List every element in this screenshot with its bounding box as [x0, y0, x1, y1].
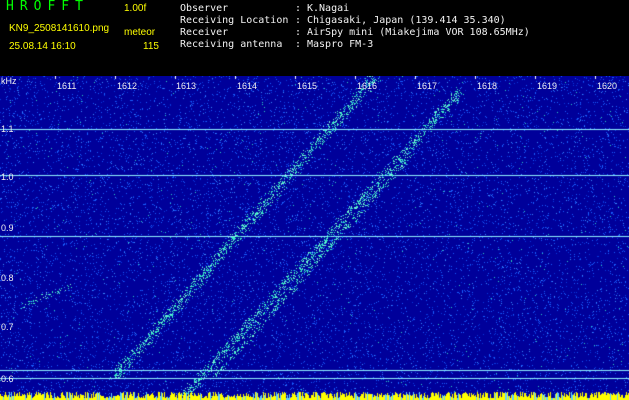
observer-separator: :: [295, 3, 302, 14]
time-tick-1617: 1617: [417, 81, 438, 91]
time-tick-1616: 1616: [357, 81, 378, 91]
freq-tick-0-9: 0.9: [1, 223, 14, 233]
observer-value: K.Nagai: [307, 3, 350, 14]
time-tick-1614: 1614: [237, 81, 258, 91]
receiver-label: Receiver: [180, 27, 229, 38]
antenna-value: Maspro FM-3: [307, 39, 374, 50]
header-panel: HROFFT 1.00f KN9_2508141610.png meteor 2…: [0, 0, 629, 76]
time-tick-1613: 1613: [176, 81, 197, 91]
echo-count: 115: [143, 41, 159, 52]
freq-tick-0-8: 0.8: [1, 273, 14, 283]
freq-tick-1-1: 1.1: [1, 124, 14, 134]
observation-type: meteor: [124, 27, 156, 38]
antenna-separator: :: [295, 39, 302, 50]
frequency-unit-label: kHz: [1, 76, 17, 86]
file-name: KN9_2508141610.png: [9, 23, 110, 34]
observer-label: Observer: [180, 3, 229, 14]
time-tick-1620: 1620: [597, 81, 618, 91]
freq-tick-1-0: 1.0: [1, 172, 14, 182]
location-value: Chigasaki, Japan (139.414 35.340): [307, 15, 506, 26]
freq-tick-0-6: 0.6: [1, 374, 14, 384]
time-tick-1615: 1615: [297, 81, 318, 91]
spectrogram-canvas: [0, 76, 629, 400]
location-separator: :: [295, 15, 302, 26]
time-tick-1618: 1618: [477, 81, 498, 91]
app-title: HROFFT: [6, 0, 89, 14]
observation-datetime: 25.08.14 16:10: [9, 41, 76, 52]
antenna-label: Receiving antenna: [180, 39, 283, 50]
time-tick-1612: 1612: [117, 81, 138, 91]
time-tick-1611: 1611: [57, 81, 77, 91]
time-tick-1619: 1619: [537, 81, 558, 91]
receiver-value: AirSpy mini (Miakejima VOR 108.65MHz): [307, 27, 530, 38]
receiver-separator: :: [295, 27, 302, 38]
freq-tick-0-7: 0.7: [1, 322, 14, 332]
location-label: Receiving Location: [180, 15, 289, 26]
version-label: 1.00f: [124, 3, 147, 14]
